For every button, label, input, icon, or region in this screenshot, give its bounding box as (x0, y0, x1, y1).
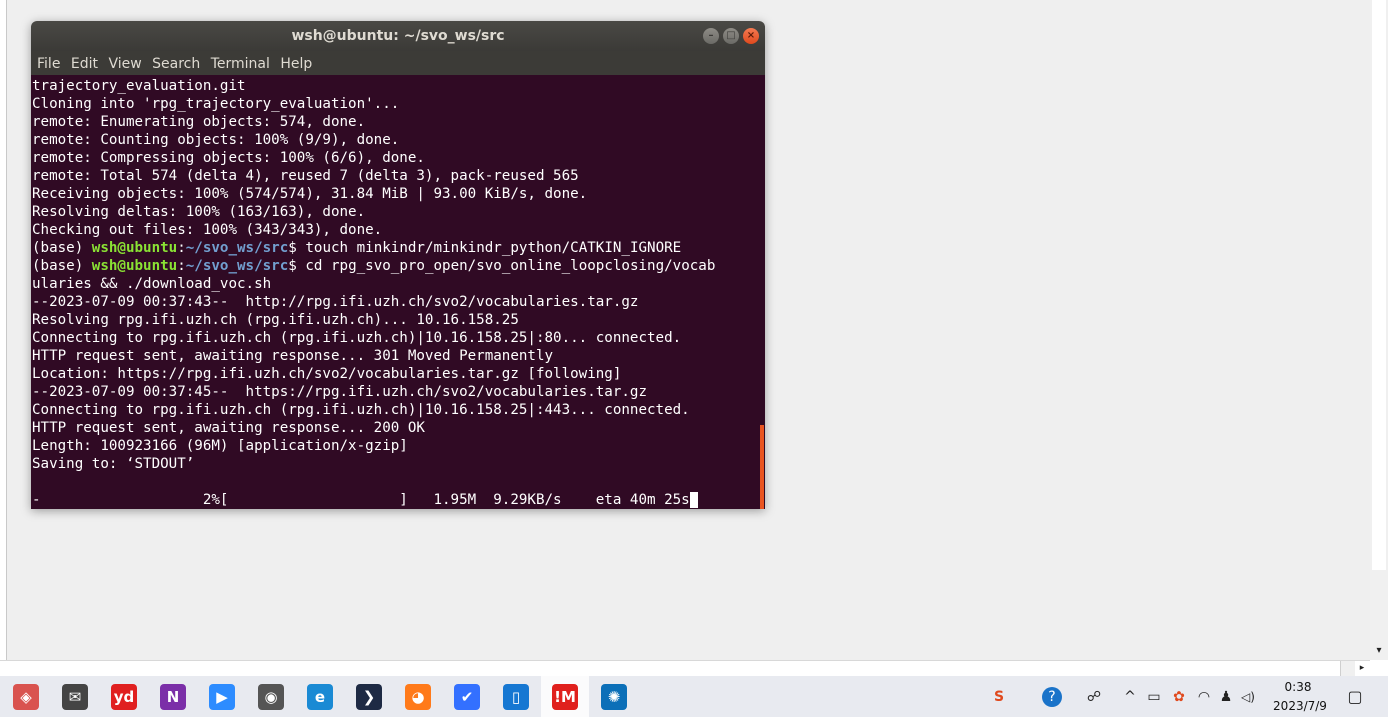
scroll-down-arrow-icon[interactable]: ▾ (1372, 644, 1386, 658)
terminal-line: Receiving objects: 100% (574/574), 31.84… (32, 186, 588, 202)
terminal-window[interactable]: wsh@ubuntu: ~/svo_ws/src – □ × File Edit… (31, 21, 765, 509)
input-method-icon[interactable]: S (989, 687, 1009, 707)
terminal-line: Connecting to rpg.ifi.uzh.ch (rpg.ifi.uz… (32, 330, 682, 346)
clock-time[interactable]: 0:38 (1280, 680, 1316, 694)
qq-icon[interactable]: ♟ (1216, 687, 1236, 707)
menu-search[interactable]: Search (149, 51, 203, 77)
zoom-icon[interactable]: ▶ (209, 684, 235, 710)
terminal-output: trajectory_evaluation.git Cloning into '… (32, 77, 715, 509)
prompt-user: wsh@ubuntu (91, 258, 178, 274)
network-app-icon[interactable]: ✿ (1169, 687, 1189, 707)
prompt-path: ~/svo_ws/src (185, 240, 289, 256)
terminal-line: HTTP request sent, awaiting response... … (32, 420, 425, 436)
horizontal-scroll-thumb[interactable] (1340, 661, 1355, 676)
people-icon[interactable]: ☍ (1084, 687, 1104, 707)
prompt-line: (base) wsh@ubuntu:~/svo_ws/src$ touch mi… (32, 239, 715, 257)
onenote-icon[interactable]: N (160, 684, 186, 710)
feishu-icon[interactable]: ✔ (454, 684, 480, 710)
text-cursor (689, 492, 698, 508)
prompt-colon: : (177, 240, 186, 256)
terminal-line: remote: Enumerating objects: 574, done. (32, 114, 366, 130)
scroll-right-arrow-icon[interactable]: ▸ (1354, 661, 1370, 676)
vertical-scroll-thumb[interactable] (1372, 572, 1386, 642)
taskbar: ◈ ✉ yd N ▶ ◉ e ❯ ◕ ✔ ▯ !M ✺ S ? ☍ ^ ▭ ✿ … (0, 676, 1388, 717)
terminal-line: HTTP request sent, awaiting response... … (32, 348, 554, 364)
wifi-icon[interactable]: ◠ (1194, 687, 1214, 707)
chevron-up-icon[interactable]: ^ (1120, 687, 1140, 707)
vertical-scrollbar[interactable] (1370, 0, 1388, 660)
prompt-command: touch minkindr/minkindr_python/CATKIN_IG… (305, 240, 682, 256)
maximize-button[interactable]: □ (723, 28, 739, 44)
prompt-dollar: $ (288, 258, 306, 274)
terminal-app-icon[interactable]: ❯ (356, 684, 382, 710)
prompt-colon: : (177, 258, 186, 274)
terminal-line: Connecting to rpg.ifi.uzh.ch (rpg.ifi.uz… (32, 402, 690, 418)
vertical-scroll-track[interactable] (1372, 0, 1386, 570)
terminal-line: remote: Compressing objects: 100% (6/6),… (32, 150, 425, 166)
terminal-screen[interactable]: trajectory_evaluation.git Cloning into '… (31, 75, 765, 509)
terminal-line: trajectory_evaluation.git (32, 78, 246, 94)
window-title: wsh@ubuntu: ~/svo_ws/src (291, 28, 505, 44)
close-button[interactable]: × (743, 28, 759, 44)
battery-icon[interactable]: ▭ (1144, 687, 1164, 707)
help-icon[interactable]: ? (1042, 687, 1062, 707)
terminal-line: Saving to: ‘STDOUT’ (32, 456, 195, 472)
mail-icon[interactable]: ✉ (62, 684, 88, 710)
menu-view[interactable]: View (105, 51, 144, 77)
minimize-button[interactable]: – (703, 28, 719, 44)
notification-icon[interactable]: ▢ (1345, 687, 1365, 707)
prompt-env: (base) (32, 240, 92, 256)
volume-icon[interactable]: ◁) (1238, 687, 1258, 707)
vmware-icon[interactable]: !M (552, 684, 578, 710)
desktop-edge-line (6, 0, 7, 660)
terminal-line: remote: Counting objects: 100% (9/9), do… (32, 132, 400, 148)
prompt-user: wsh@ubuntu (91, 240, 178, 256)
prompt-command: cd rpg_svo_pro_open/svo_online_loopclosi… (305, 258, 716, 274)
horizontal-scrollbar[interactable]: ▸ (0, 660, 1370, 676)
terminal-line: Length: 100923166 (96M) [application/x-g… (32, 438, 408, 454)
terminal-line: Cloning into 'rpg_trajectory_evaluation'… (32, 96, 400, 112)
terminal-line: ularies && ./download_voc.sh (32, 276, 272, 292)
download-progress: - 2%[ ] 1.95M 9.29KB/s eta 40m 25s (32, 492, 690, 508)
terminal-line: Resolving rpg.ifi.uzh.ch (rpg.ifi.uzh.ch… (32, 312, 519, 328)
menu-file[interactable]: File (34, 51, 63, 77)
prompt-line: (base) wsh@ubuntu:~/svo_ws/src$ cd rpg_s… (32, 257, 715, 275)
prompt-env: (base) (32, 258, 92, 274)
menu-help[interactable]: Help (277, 51, 315, 77)
prompt-path: ~/svo_ws/src (185, 258, 289, 274)
camera-icon[interactable]: ◉ (258, 684, 284, 710)
terminal-line: remote: Total 574 (delta 4), reused 7 (d… (32, 168, 579, 184)
clock-date[interactable]: 2023/7/9 (1270, 699, 1330, 713)
window-titlebar[interactable]: wsh@ubuntu: ~/svo_ws/src – □ × (31, 21, 765, 51)
prompt-dollar: $ (288, 240, 306, 256)
terminal-line: Resolving deltas: 100% (163/163), done. (32, 204, 366, 220)
menu-bar: File Edit View Search Terminal Help (31, 51, 765, 75)
tablet-icon[interactable]: ▯ (503, 684, 529, 710)
progress-line: - 2%[ ] 1.95M 9.29KB/s eta 40m 25s (32, 491, 715, 509)
terminal-line: Checking out files: 100% (343/343), done… (32, 222, 383, 238)
start-icon[interactable]: ◈ (13, 684, 39, 710)
menu-edit[interactable]: Edit (68, 51, 101, 77)
youdao-icon[interactable]: yd (111, 684, 137, 710)
firefox-icon[interactable]: ◕ (405, 684, 431, 710)
terminal-scroll-indicator[interactable] (760, 425, 764, 509)
menu-terminal[interactable]: Terminal (208, 51, 273, 77)
terminal-line: --2023-07-09 00:37:43-- http://rpg.ifi.u… (32, 294, 639, 310)
terminal-line: --2023-07-09 00:37:45-- https://rpg.ifi.… (32, 384, 647, 400)
edge-icon[interactable]: e (307, 684, 333, 710)
media-icon[interactable]: ✺ (601, 684, 627, 710)
terminal-line: Location: https://rpg.ifi.uzh.ch/svo2/vo… (32, 366, 622, 382)
